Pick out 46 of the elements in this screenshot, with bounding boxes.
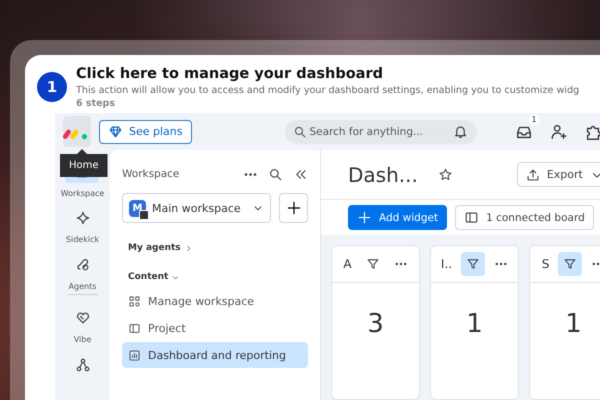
plus-icon (286, 200, 302, 216)
widget-title: I.. (440, 257, 452, 271)
step-number: 1 (37, 72, 67, 102)
panel-item[interactable]: Manage workspace (122, 288, 308, 314)
add-widget-button[interactable]: Add widget (348, 205, 448, 230)
chart-icon (128, 348, 141, 362)
widget-value: 1 (466, 309, 483, 341)
board-icon (464, 210, 480, 225)
step-title: Click here to manage your dashboard (76, 65, 384, 83)
step-count: 6 steps (76, 98, 116, 110)
widget-value: 3 (367, 309, 384, 341)
rail-label[interactable]: Vibe (74, 335, 92, 344)
add-button[interactable] (279, 193, 308, 223)
search-icon[interactable] (268, 166, 283, 182)
panel-title: Workspace (122, 168, 180, 180)
see-plans-button[interactable]: See plans (99, 120, 192, 144)
connected-board-button[interactable]: 1 connected board (455, 205, 594, 230)
widget-title: S (542, 257, 550, 271)
step-description: This action will allow you to access and modify your dashboard settings, enabling you to customize widg (76, 84, 580, 98)
dashboard-title: Dash... (348, 162, 418, 186)
search-field[interactable]: Search for anything... (284, 120, 476, 144)
rail-label[interactable]: Agents (68, 282, 96, 291)
section-header[interactable]: My agents (122, 241, 308, 255)
plus-icon (357, 210, 372, 225)
panel-item[interactable]: Dashboard and reporting (122, 342, 308, 368)
panel-item[interactable]: Project (122, 315, 308, 341)
search-icon (292, 124, 306, 138)
export-button[interactable]: Export (516, 162, 600, 187)
section-header[interactable]: Content (122, 270, 308, 284)
widget-value: 1 (565, 309, 582, 341)
rail-label[interactable]: Sidekick (66, 235, 100, 244)
filter-icon[interactable] (461, 252, 486, 276)
rail-label[interactable]: Workspace (60, 189, 104, 198)
grid-icon (128, 294, 141, 308)
star-icon[interactable] (438, 167, 453, 182)
bell-icon[interactable] (452, 124, 468, 138)
filter-icon[interactable] (558, 252, 582, 276)
workspace-dropdown[interactable]: M Main workspace (122, 193, 271, 223)
widget-title: A (343, 257, 352, 271)
tooltip: Home (60, 149, 108, 177)
board-icon (128, 322, 141, 334)
logo-button[interactable] (63, 116, 91, 147)
upload-icon (526, 168, 540, 182)
diamond-icon (108, 124, 123, 139)
invite-icon[interactable] (550, 122, 568, 140)
notification-count: 1 (528, 114, 540, 124)
